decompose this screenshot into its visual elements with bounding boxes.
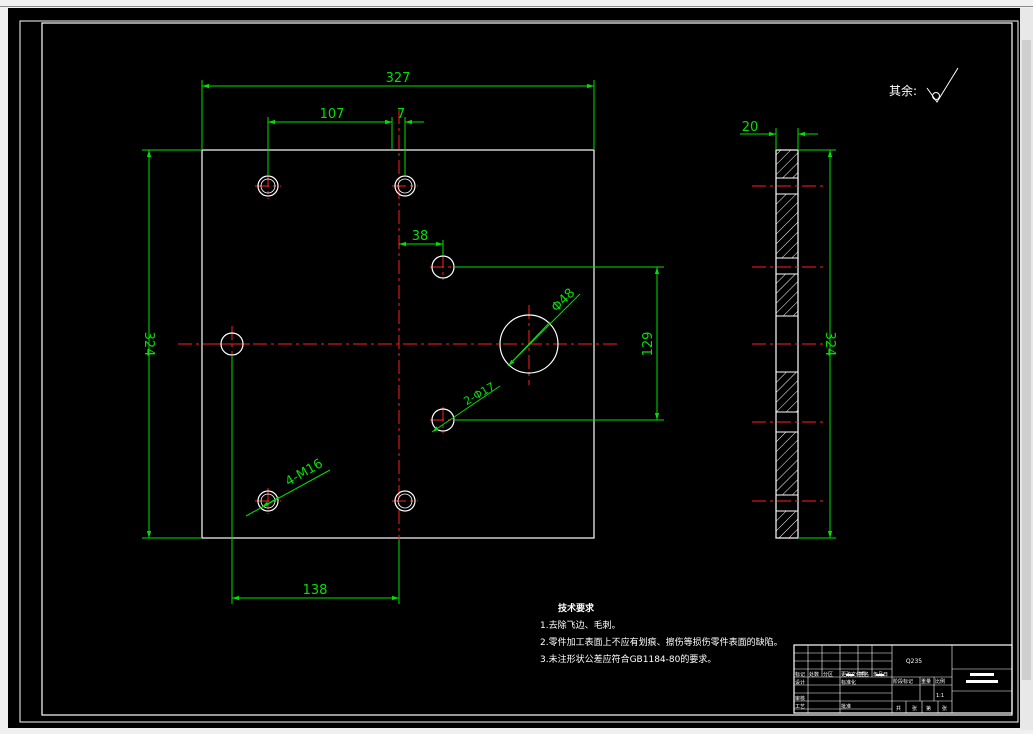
svg-text:处数: 处数 xyxy=(809,671,819,678)
note-3: 3.未注形状公差应符合GB1184-80的要求。 xyxy=(540,653,716,665)
svg-text:共: 共 xyxy=(896,705,901,712)
svg-text:批准: 批准 xyxy=(841,703,851,710)
scrollbar-thumb[interactable] xyxy=(1022,40,1031,680)
svg-text:设计: 设计 xyxy=(795,679,805,686)
surface-finish-label: 其余: xyxy=(889,83,917,98)
svg-text:审核: 审核 xyxy=(795,695,805,702)
company-mark xyxy=(970,673,994,676)
dim-38: 38 xyxy=(412,229,429,244)
svg-text:第: 第 xyxy=(926,705,931,712)
note-2: 2.零件加工表面上不应有划痕、擦伤等损伤零件表面的缺陷。 xyxy=(540,636,783,648)
svg-text:张: 张 xyxy=(912,705,917,712)
svg-text:签名: 签名 xyxy=(859,671,869,678)
dim-107: 107 xyxy=(320,107,345,122)
dim-327: 327 xyxy=(386,71,411,86)
dim-7: 7 xyxy=(397,107,405,122)
svg-text:工艺: 工艺 xyxy=(795,704,805,710)
drawing-area[interactable] xyxy=(8,8,1020,728)
svg-text:阶段标记: 阶段标记 xyxy=(893,678,913,685)
dim-129: 129 xyxy=(641,332,656,357)
note-1: 1.去除飞边、毛刺。 xyxy=(540,619,621,631)
dim-20: 20 xyxy=(742,120,759,135)
svg-text:分区: 分区 xyxy=(823,671,833,678)
material-label: Q235 xyxy=(906,658,922,665)
dim-324-side: 324 xyxy=(822,332,837,357)
drawing-canvas[interactable]: 327 107 7 38 324 129 Φ48 2-Φ17 4-M16 138 xyxy=(0,0,1033,730)
window-top-edge xyxy=(0,6,1033,7)
cad-drawing-window: 327 107 7 38 324 129 Φ48 2-Φ17 4-M16 138 xyxy=(0,0,1033,730)
window-top-bar xyxy=(0,0,1033,6)
svg-text:重量: 重量 xyxy=(921,678,931,685)
svg-text:比例: 比例 xyxy=(935,678,945,685)
notes-title: 技术要求 xyxy=(558,602,595,614)
scale-value: 1:1 xyxy=(936,693,944,699)
dim-138: 138 xyxy=(303,583,328,598)
dim-324-front: 324 xyxy=(141,332,156,357)
svg-text:标准化: 标准化 xyxy=(841,679,856,686)
svg-text:张: 张 xyxy=(942,705,947,712)
svg-text:标记: 标记 xyxy=(795,671,805,678)
